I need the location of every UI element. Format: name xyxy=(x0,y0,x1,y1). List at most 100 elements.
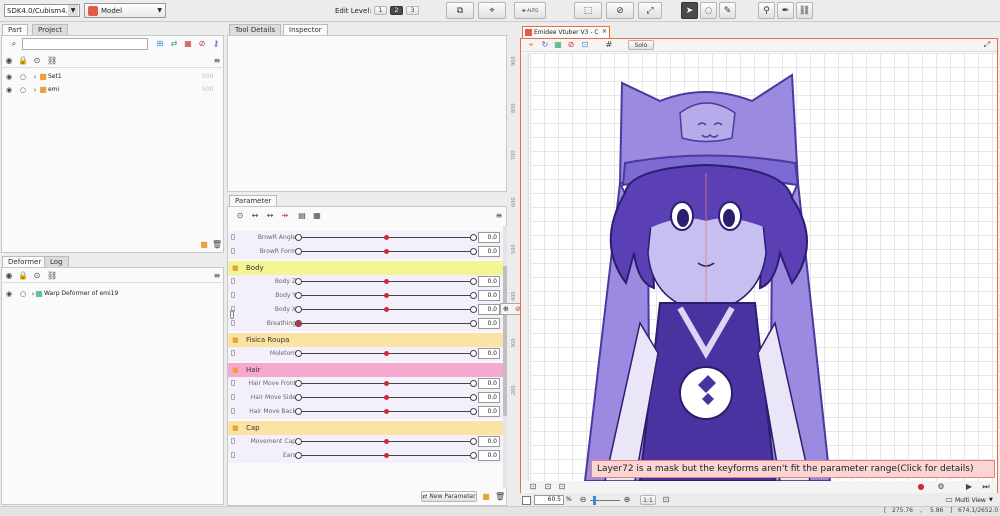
parameter-slider-knob[interactable] xyxy=(384,381,389,386)
parameter-value-input[interactable]: 0.0 xyxy=(478,276,500,287)
parameter-value-input[interactable]: 0.0 xyxy=(478,436,500,447)
parameter-slider[interactable] xyxy=(295,438,477,445)
arrow-tool-button[interactable]: ➤ xyxy=(681,2,698,19)
fit-view-icon[interactable]: ⊡ xyxy=(580,40,590,50)
parameter-slider[interactable] xyxy=(295,292,477,299)
parameter-row[interactable]: BrowR Angle 0.0 xyxy=(228,231,503,245)
new-group-icon[interactable]: ■ xyxy=(481,492,491,502)
settings-icon[interactable]: ⚙ xyxy=(936,482,946,492)
tab-deformer[interactable]: Deformer xyxy=(2,256,48,267)
parameter-row[interactable]: BrowR Form 0.0 xyxy=(228,245,503,259)
zoom-slider-thumb[interactable] xyxy=(593,496,596,505)
parameter-group[interactable]: ■ Body xyxy=(228,261,503,275)
part-search-input[interactable] xyxy=(22,38,148,50)
parameter-row[interactable]: Breathing 0.0 xyxy=(228,317,503,331)
parameter-slider-knob[interactable] xyxy=(384,351,389,356)
zoom-out-icon[interactable]: ⊖ xyxy=(578,495,588,505)
parameter-slider-knob[interactable] xyxy=(384,395,389,400)
parameter-group[interactable]: ■ Cap xyxy=(228,421,503,435)
parameter-slider[interactable] xyxy=(295,234,477,241)
parameter-slider-knob[interactable] xyxy=(384,293,389,298)
parameter-value-input[interactable]: 0.0 xyxy=(478,246,500,257)
tab-parameter[interactable]: Parameter xyxy=(229,195,278,206)
lock-icon[interactable]: 🔒 xyxy=(18,271,28,281)
multi-view-label[interactable]: Multi View xyxy=(955,497,986,504)
expand-view-icon[interactable]: ⤢ xyxy=(982,40,992,50)
grid-icon[interactable]: ▦ xyxy=(183,39,193,49)
tab-tool-details[interactable]: Tool Details xyxy=(229,24,282,35)
chevron-down-icon[interactable]: ▼ xyxy=(989,497,993,503)
parameter-row[interactable]: Body X 0.0 xyxy=(228,303,503,317)
tab-inspector[interactable]: Inspector xyxy=(283,24,328,35)
auto-mesh-button[interactable]: ⌖ AUTO xyxy=(514,2,546,19)
parameter-row[interactable]: Hair Move Front 0.0 xyxy=(228,377,503,391)
camera-icon[interactable]: ⊡ xyxy=(528,482,538,492)
parameter-row[interactable]: Body Y 0.0 xyxy=(228,289,503,303)
parameter-value-input[interactable]: 0.0 xyxy=(478,348,500,359)
new-folder-icon[interactable]: ■ xyxy=(199,240,209,250)
view-rotate-icon[interactable]: ↻ xyxy=(540,40,550,50)
parameter-slider[interactable] xyxy=(295,380,477,387)
keyform-add-icon[interactable]: ⊕ xyxy=(503,305,509,313)
visibility-toggle-icon[interactable]: ○ xyxy=(18,289,28,299)
new-parameter-button[interactable]: ⇄ New Parameter xyxy=(421,491,477,502)
menu-icon[interactable]: ≡ xyxy=(212,56,222,66)
zoom-input[interactable]: 60.5 xyxy=(534,495,564,505)
lock-icon[interactable]: 🔒 xyxy=(18,56,28,66)
parameter-row[interactable]: Moletom 0.0 xyxy=(228,347,503,361)
tab-project[interactable]: Project xyxy=(32,24,68,35)
menu-icon[interactable]: ≡ xyxy=(212,271,222,281)
parameter-value-input[interactable]: 0.0 xyxy=(478,450,500,461)
sdk-select[interactable]: SDK4.0/Cubism4.0 ▼ xyxy=(4,4,80,17)
eye-icon[interactable]: ◉ xyxy=(4,56,14,66)
fit-range-icon[interactable]: ↔ xyxy=(250,211,260,221)
edit-level-1-button[interactable]: 1 xyxy=(374,6,387,15)
texture-atlas-button[interactable]: ⧉ xyxy=(446,2,474,19)
parameter-scrollbar[interactable] xyxy=(503,226,507,488)
edit-level-2-button[interactable]: 2 xyxy=(390,6,403,15)
tab-part[interactable]: Part xyxy=(2,24,28,35)
parameter-value-input[interactable]: 0.0 xyxy=(478,406,500,417)
warning-banner[interactable]: Layer72 is a mask but the keyforms aren'… xyxy=(591,460,995,478)
close-icon[interactable]: × xyxy=(602,28,607,35)
rotation-deformer-button[interactable]: ⊘ xyxy=(606,2,634,19)
part-tree-item[interactable]: ◉ ○ › ■ Set1 500 xyxy=(2,71,222,83)
list-icon[interactable]: ▤ xyxy=(297,211,307,221)
parameter-value-input[interactable]: 0.0 xyxy=(478,378,500,389)
grid-toggle-icon[interactable]: # xyxy=(604,40,614,50)
parameter-slider[interactable] xyxy=(295,408,477,415)
record-icon[interactable]: ● xyxy=(916,482,926,492)
visibility-toggle-icon[interactable]: ○ xyxy=(18,85,28,95)
eye-icon[interactable]: ◉ xyxy=(4,271,14,281)
parameter-slider[interactable] xyxy=(295,248,477,255)
parameter-row[interactable]: Ears 0.0 xyxy=(228,449,503,463)
no-keyform-icon[interactable]: ⇸ xyxy=(280,211,290,221)
parameter-slider-knob[interactable] xyxy=(384,279,389,284)
expand-icon[interactable]: ⊞ xyxy=(155,39,165,49)
edit-level-3-button[interactable]: 3 xyxy=(406,6,419,15)
viewport-tab[interactable]: Emidee Vtuber V3 - C × xyxy=(522,26,610,38)
visibility-toggle-icon[interactable]: ○ xyxy=(18,72,28,82)
parameter-slider-knob[interactable] xyxy=(384,439,389,444)
chevron-down-circle-icon[interactable]: ⊙ xyxy=(235,211,245,221)
trash-icon[interactable]: 🗑 xyxy=(212,240,222,250)
zoom-in-icon[interactable]: ⊕ xyxy=(622,495,632,505)
parameter-value-input[interactable]: 0.0 xyxy=(478,290,500,301)
canvas-area[interactable] xyxy=(530,53,997,481)
play-icon[interactable]: ⊙ xyxy=(32,271,42,281)
eye-icon[interactable]: ◉ xyxy=(4,85,14,95)
parameter-slider[interactable] xyxy=(295,394,477,401)
parameter-slider-knob[interactable] xyxy=(384,409,389,414)
parameter-slider[interactable] xyxy=(295,278,477,285)
view-link-icon[interactable]: ⊘ xyxy=(566,40,576,50)
parameter-value-input[interactable]: 0.0 xyxy=(478,232,500,243)
pen-tool-button[interactable]: ✒ xyxy=(777,2,794,19)
parameter-slider-knob[interactable] xyxy=(384,235,389,240)
brush-deformer-button[interactable]: ⤢ xyxy=(638,2,662,19)
play-icon[interactable]: ▶ xyxy=(964,482,974,492)
mode-select[interactable]: Model ▼ xyxy=(84,3,166,18)
parameter-group[interactable]: ■ Fisica Roupa xyxy=(228,333,503,347)
screenshot-icon[interactable]: ⊡ xyxy=(543,482,553,492)
solo-button[interactable]: Solo xyxy=(628,40,654,50)
view-grid-icon[interactable]: ▦ xyxy=(553,40,563,50)
